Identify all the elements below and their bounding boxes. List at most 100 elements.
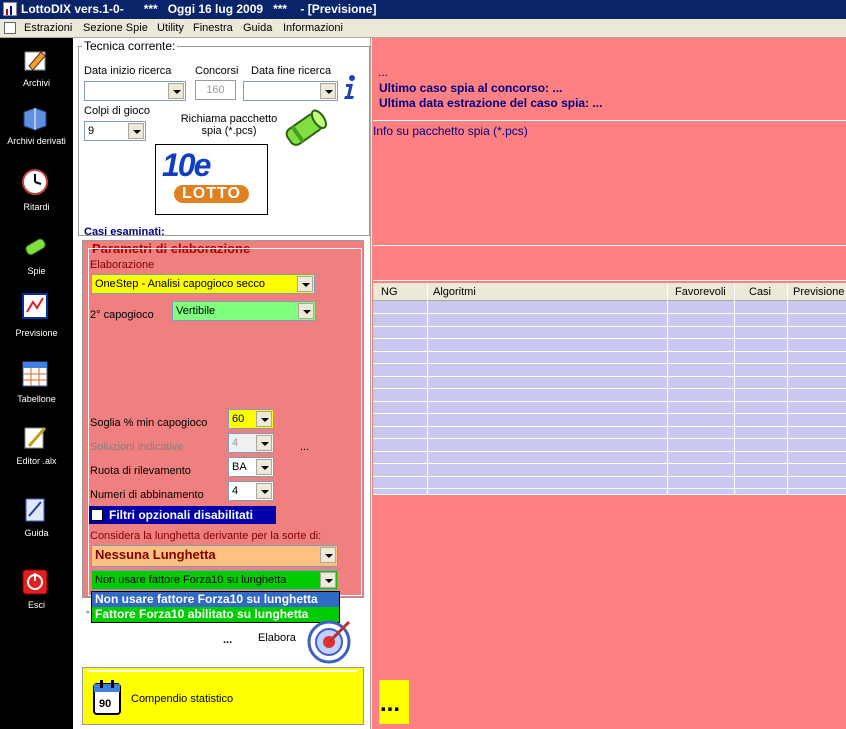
ultima-data-label: Ultima data estrazione del caso spia: ..…	[379, 96, 603, 110]
results-grid[interactable]: NG Algoritmi Favorevoli Casi Previsione	[373, 283, 846, 495]
guide-icon	[25, 498, 45, 522]
menu-informazioni[interactable]: Informazioni	[283, 19, 343, 37]
filtri-label: Filtri opzionali disabilitati	[109, 508, 254, 522]
considera-label: Considera la lunghetta derivante per la …	[90, 530, 322, 542]
soglia-combo[interactable]: 60	[228, 409, 274, 429]
grid-row[interactable]	[373, 438, 846, 439]
grid-row[interactable]	[373, 338, 846, 339]
right-divider	[373, 245, 846, 246]
lunghetta-combo[interactable]: Nessuna Lunghetta	[91, 545, 338, 567]
chevron-down-icon[interactable]	[320, 83, 336, 99]
chevron-down-icon[interactable]	[256, 411, 272, 427]
menu-sezione-spie[interactable]: Sezione Spie	[83, 19, 148, 37]
mdi-icon[interactable]	[4, 22, 16, 34]
grid-row[interactable]	[373, 325, 846, 327]
sidebar-label: Editor .alx	[16, 456, 57, 466]
target-icon[interactable]	[305, 616, 353, 664]
sidebar: Archivi Archivi derivati Ritardi Spie Pr…	[0, 38, 73, 729]
info-pacchetto-label: Info su pacchetto spia (*.pcs)	[373, 124, 528, 138]
grid-row[interactable]	[373, 363, 846, 364]
sidebar-label: Spie	[27, 266, 46, 276]
menu-utility[interactable]: Utility	[157, 19, 184, 37]
grid-row[interactable]	[373, 425, 846, 427]
concorsi-label: Concorsi	[195, 65, 239, 77]
bottom-dots: ...	[223, 634, 233, 646]
col-ng[interactable]: NG	[381, 286, 398, 298]
col-favorevoli[interactable]: Favorevoli	[675, 286, 726, 298]
editor-icon	[24, 427, 47, 449]
flashlight-icon	[25, 238, 46, 256]
concorsi-field[interactable]: 160	[195, 80, 236, 100]
grid-row[interactable]	[373, 488, 846, 489]
chevron-down-icon[interactable]	[256, 435, 272, 451]
forza-combo[interactable]: Non usare fattore Forza10 su lunghetta	[91, 570, 338, 590]
chevron-down-icon[interactable]	[256, 483, 272, 499]
soluzioni-label: Soluzioni indicative	[90, 441, 184, 453]
data-fine-label: Data fine ricerca	[251, 65, 332, 77]
sidebar-label: Archivi	[22, 78, 50, 88]
chevron-down-icon[interactable]	[256, 459, 272, 475]
info-icon[interactable]	[341, 74, 359, 100]
menu-guida[interactable]: Guida	[243, 19, 272, 37]
title-bar: LottoDIX vers.1-0- *** Oggi 16 lug 2009 …	[0, 0, 846, 19]
sidebar-label: Ritardi	[23, 202, 50, 212]
capogioco2-combo[interactable]: Vertibile	[172, 301, 316, 321]
soluzioni-extra: ...	[300, 441, 310, 453]
menu-bar: Estrazioni Sezione Spie Utility Finestra…	[0, 19, 846, 38]
chevron-down-icon[interactable]	[320, 572, 336, 588]
grid-row[interactable]	[373, 463, 846, 464]
forza-dropdown: Non usare fattore Forza10 su lunghetta F…	[91, 591, 340, 623]
chevron-down-icon[interactable]	[320, 547, 336, 563]
filtri-checkbox-row[interactable]: Filtri opzionali disabilitati	[89, 506, 276, 524]
chevron-down-icon[interactable]	[168, 83, 184, 99]
dropdown-option-selected[interactable]: Non usare fattore Forza10 su lunghetta	[92, 592, 339, 607]
lotto-logo: 10e LOTTO	[155, 144, 268, 215]
chart-icon	[22, 293, 48, 319]
data-inizio-label: Data inizio ricerca	[84, 65, 172, 77]
elaborazione-label: Elaborazione	[90, 259, 155, 271]
tecnica-legend: Tecnica corrente:	[82, 39, 178, 53]
grid-icon	[22, 361, 48, 387]
flashlight-icon[interactable]	[280, 106, 330, 152]
logo-lotto: LOTTO	[174, 185, 249, 203]
sidebar-label: Previsione	[15, 328, 58, 338]
filtri-checkbox[interactable]	[91, 509, 103, 521]
data-inizio-combo[interactable]	[84, 81, 186, 101]
col-casi[interactable]: Casi	[749, 286, 771, 298]
right-yellow-box[interactable]: ...	[379, 680, 409, 724]
elaborazione-combo[interactable]: OneStep - Analisi capogioco secco	[91, 274, 315, 294]
window-title: LottoDIX vers.1-0- *** Oggi 16 lug 2009 …	[21, 2, 377, 16]
soluzioni-combo[interactable]: 4	[228, 433, 274, 453]
col-algoritmi[interactable]: Algoritmi	[433, 286, 476, 298]
grid-row[interactable]	[373, 450, 846, 452]
grid-row[interactable]	[373, 313, 846, 314]
richiama-label: Richiama pacchetto spia (*.pcs)	[180, 113, 278, 137]
data-fine-combo[interactable]	[243, 81, 338, 101]
colpi-combo[interactable]: 9	[84, 121, 146, 141]
calendar-number: 90	[99, 698, 112, 710]
compendio-panel[interactable]: 90 Compendio statistico	[82, 667, 364, 725]
col-previsione[interactable]: Previsione	[793, 286, 844, 298]
app-icon	[3, 2, 17, 16]
menu-estrazioni[interactable]: Estrazioni	[24, 19, 72, 37]
grid-row[interactable]	[373, 388, 846, 389]
right-divider	[373, 280, 846, 281]
grid-row[interactable]	[373, 350, 846, 352]
sidebar-label: Archivi derivati	[7, 136, 66, 146]
grid-row[interactable]	[373, 400, 846, 402]
ruota-combo[interactable]: BA	[228, 457, 274, 477]
grid-row[interactable]	[373, 375, 846, 377]
numeri-combo[interactable]: 4	[228, 481, 274, 501]
chevron-down-icon[interactable]	[297, 276, 313, 292]
chevron-down-icon[interactable]	[298, 303, 314, 319]
bottom-dash: -	[86, 606, 90, 618]
menu-finestra[interactable]: Finestra	[193, 19, 233, 37]
elabora-label: Elabora	[258, 632, 296, 644]
capogioco2-label: 2° capogioco	[90, 309, 154, 321]
grid-row[interactable]	[373, 475, 846, 477]
dropdown-option[interactable]: Fattore Forza10 abilitato su lunghetta	[92, 607, 339, 622]
chevron-down-icon[interactable]	[128, 123, 144, 139]
pencil-icon	[24, 51, 46, 71]
grid-row[interactable]	[373, 413, 846, 414]
colpi-label: Colpi di gioco	[84, 105, 151, 117]
